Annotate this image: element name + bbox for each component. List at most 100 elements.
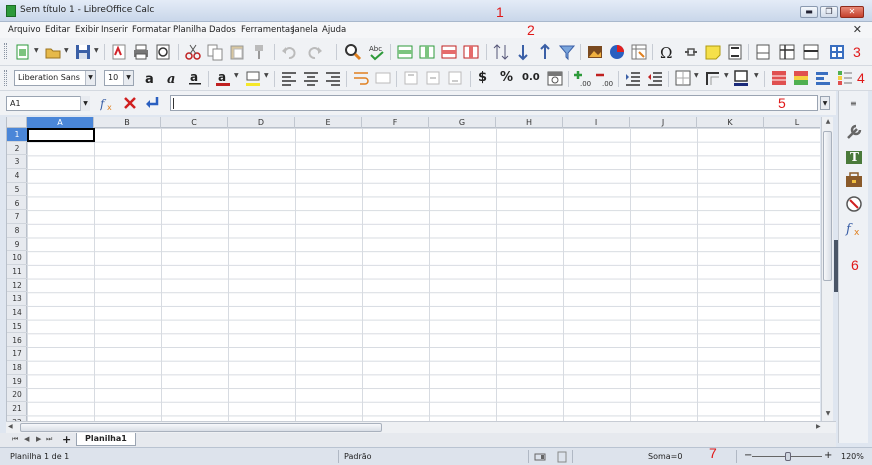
redo-icon[interactable] <box>306 43 324 61</box>
scroll-down-icon[interactable]: ▼ <box>823 410 833 420</box>
insert-column-icon[interactable] <box>462 43 480 61</box>
vertical-scrollbar[interactable]: ▲ ▼ <box>821 117 833 421</box>
formula-expand-button[interactable]: ▼ <box>820 96 830 110</box>
formula-input[interactable] <box>170 95 818 111</box>
chevron-down-icon[interactable]: ▼ <box>724 72 730 81</box>
color-scale-icon[interactable] <box>792 69 810 87</box>
number-format-button[interactable]: 0.0 <box>522 72 546 90</box>
menu-janela[interactable]: Janela <box>292 25 318 35</box>
accept-icon[interactable] <box>144 95 160 111</box>
export-pdf-icon[interactable] <box>110 43 128 61</box>
sort-descending-icon[interactable] <box>536 43 554 61</box>
save-icon[interactable] <box>74 43 92 61</box>
autofilter-icon[interactable] <box>558 43 576 61</box>
row-header-16[interactable]: 16 <box>7 334 27 348</box>
scroll-up-icon[interactable]: ▲ <box>823 118 833 128</box>
pivot-table-icon[interactable] <box>630 43 648 61</box>
align-right-icon[interactable] <box>324 69 342 87</box>
toolbar-grip[interactable] <box>4 70 7 86</box>
chevron-down-icon[interactable]: ▼ <box>94 47 100 56</box>
row-header-3[interactable]: 3 <box>7 155 27 170</box>
chevron-down-icon[interactable]: ▼ <box>85 71 95 85</box>
chevron-down-icon[interactable]: ▼ <box>754 72 760 81</box>
cut-icon[interactable] <box>184 43 202 61</box>
chevron-down-icon[interactable]: ▼ <box>264 72 270 81</box>
chevron-down-icon[interactable]: ▼ <box>80 96 90 111</box>
align-bottom-icon[interactable] <box>446 69 464 87</box>
toolbar-grip[interactable] <box>4 43 7 59</box>
styles-icon[interactable]: T <box>845 147 863 165</box>
paste-icon[interactable] <box>228 43 246 61</box>
comment-icon[interactable] <box>704 43 722 61</box>
chevron-down-icon[interactable]: ▼ <box>694 72 700 81</box>
zoom-level[interactable]: 120% <box>841 452 864 461</box>
highlight-color-icon[interactable] <box>244 69 262 87</box>
copy-icon[interactable] <box>206 43 224 61</box>
currency-format-button[interactable]: $ <box>478 70 496 88</box>
gallery-icon[interactable] <box>845 171 863 189</box>
new-icon[interactable] <box>14 43 32 61</box>
cell-area[interactable] <box>27 128 820 421</box>
chevron-down-icon[interactable]: ▼ <box>64 47 70 56</box>
column-header-l[interactable]: L <box>764 117 820 128</box>
row-icon[interactable] <box>396 43 414 61</box>
column-header-b[interactable]: B <box>94 117 161 128</box>
align-top-icon[interactable] <box>402 69 420 87</box>
sidebar-menu-icon[interactable]: ≡ <box>850 99 857 108</box>
decrease-indent-icon[interactable] <box>646 69 664 87</box>
first-sheet-icon[interactable]: ⏮ <box>12 435 18 444</box>
add-decimal-icon[interactable]: .00 <box>574 69 592 87</box>
column-header-f[interactable]: F <box>362 117 429 128</box>
date-format-icon[interactable] <box>546 69 564 87</box>
image-icon[interactable] <box>586 43 604 61</box>
row-header-13[interactable]: 13 <box>7 292 27 307</box>
maximize-button[interactable]: ❐ <box>820 6 838 18</box>
row-header-7[interactable]: 7 <box>7 210 27 224</box>
next-sheet-icon[interactable]: ▶ <box>36 435 41 443</box>
chevron-down-icon[interactable]: ▼ <box>34 47 40 56</box>
menu-exibir[interactable]: Exibir <box>75 25 99 35</box>
menu-arquivo[interactable]: Arquivo <box>8 25 41 35</box>
zoom-slider-knob[interactable] <box>785 452 791 461</box>
cancel-icon[interactable] <box>122 95 138 111</box>
scroll-left-icon[interactable]: ◀ <box>8 423 13 430</box>
wrap-text-icon[interactable] <box>352 69 370 87</box>
column-header-h[interactable]: H <box>496 117 563 128</box>
row-header-10[interactable]: 10 <box>7 251 27 265</box>
chart-icon[interactable] <box>608 43 626 61</box>
select-all-corner[interactable] <box>7 117 27 128</box>
define-print-area-icon[interactable] <box>754 43 772 61</box>
chevron-down-icon[interactable]: ▼ <box>123 71 133 85</box>
row-header-6[interactable]: 6 <box>7 197 27 211</box>
merge-cells-icon[interactable] <box>374 69 392 87</box>
underline-icon[interactable]: a <box>186 69 204 87</box>
add-sheet-button[interactable]: + <box>62 433 71 446</box>
font-size-combo[interactable]: 10 ▼ <box>104 70 134 86</box>
open-icon[interactable] <box>44 43 62 61</box>
print-icon[interactable] <box>132 43 150 61</box>
row-header-11[interactable]: 11 <box>7 265 27 279</box>
column-header-g[interactable]: G <box>429 117 496 128</box>
column-icon[interactable] <box>418 43 436 61</box>
font-color-icon[interactable]: a <box>214 69 232 87</box>
row-header-4[interactable]: 4 <box>7 169 27 183</box>
close-document-button[interactable]: ✕ <box>853 23 862 36</box>
menu-formatar[interactable]: Formatar <box>132 25 171 35</box>
row-header-19[interactable]: 19 <box>7 375 27 389</box>
active-cell-cursor[interactable] <box>27 128 95 142</box>
header-footer-icon[interactable] <box>726 43 744 61</box>
row-header-1[interactable]: 1 <box>7 128 27 142</box>
borders-icon[interactable] <box>674 69 692 87</box>
column-header-a[interactable]: A <box>27 117 94 128</box>
functions-icon[interactable]: fx <box>845 219 863 237</box>
align-middle-icon[interactable] <box>424 69 442 87</box>
font-name-combo[interactable]: Liberation Sans ▼ <box>14 70 96 86</box>
sort-icon[interactable] <box>492 43 510 61</box>
column-header-j[interactable]: J <box>630 117 697 128</box>
sort-ascending-icon[interactable] <box>514 43 532 61</box>
horizontal-scrollbar[interactable]: ◀ ▶ <box>6 421 836 433</box>
menu-inserir[interactable]: Inserir <box>101 25 128 35</box>
spellcheck-icon[interactable]: Abc <box>368 43 386 61</box>
find-replace-icon[interactable] <box>344 43 362 61</box>
column-header-i[interactable]: I <box>563 117 630 128</box>
